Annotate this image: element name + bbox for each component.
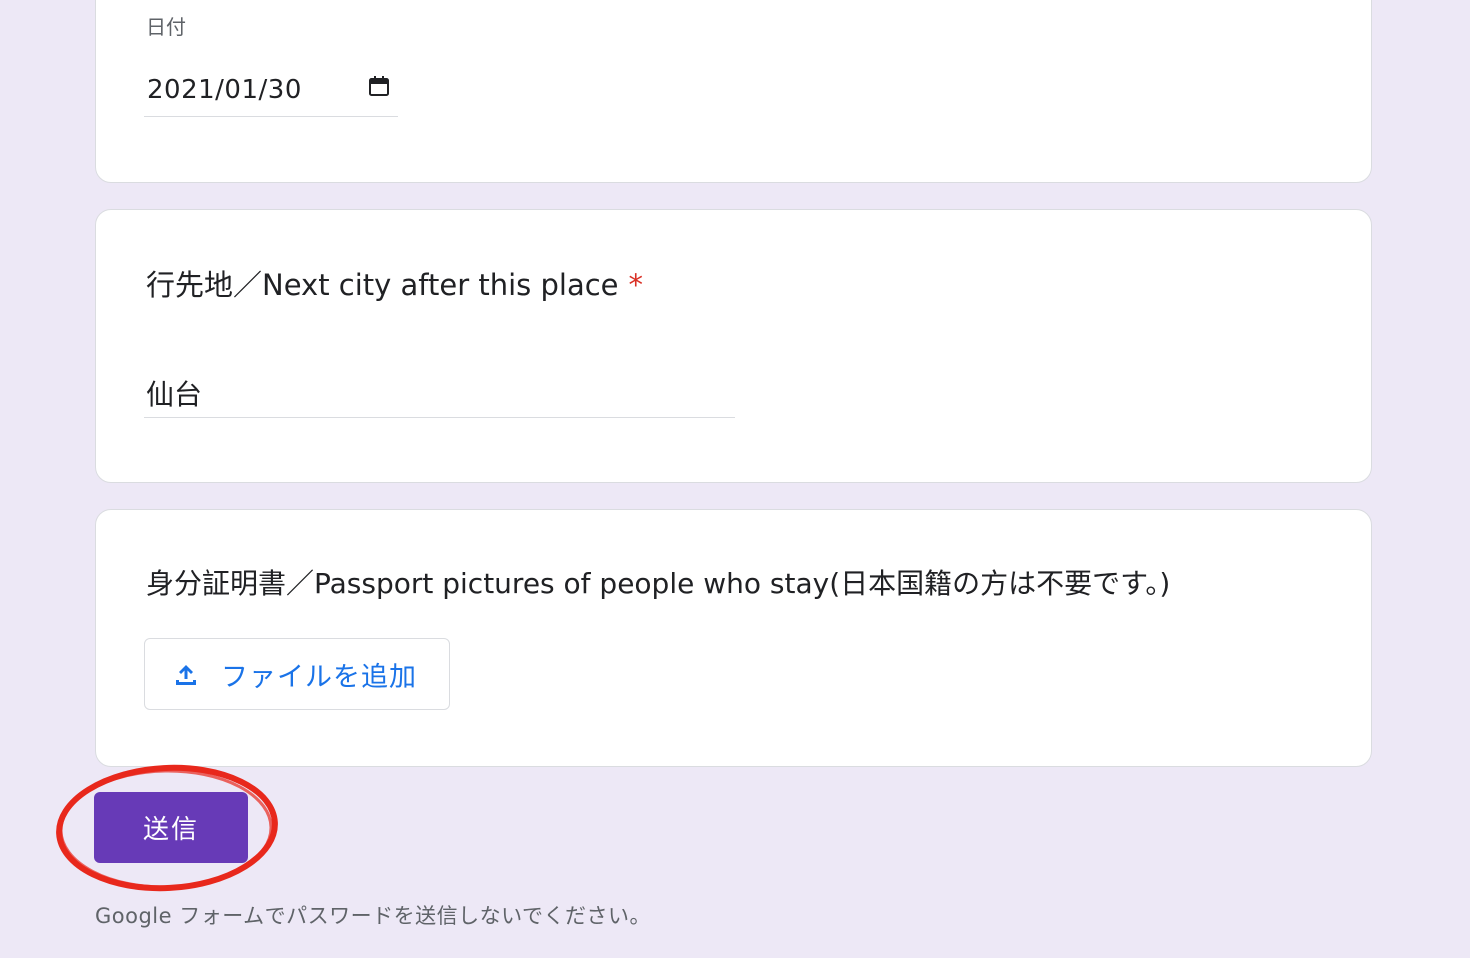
next-city-value: 仙台 xyxy=(146,378,203,411)
add-file-button[interactable]: ファイルを追加 xyxy=(144,638,450,710)
add-file-label: ファイルを追加 xyxy=(221,661,417,693)
date-value: 2021/01/30 xyxy=(147,75,302,105)
next-city-question-title: 行先地／Next city after this place * xyxy=(146,262,643,304)
next-city-input[interactable]: 仙台 xyxy=(144,370,735,418)
password-warning-note: Google フォームでパスワードを送信しないでください。 xyxy=(95,904,651,928)
passport-question-title: 身分証明書／Passport pictures of people who st… xyxy=(146,567,1171,600)
date-label: 日付 xyxy=(146,15,186,39)
calendar-icon[interactable] xyxy=(368,75,390,97)
upload-icon xyxy=(176,665,196,685)
required-asterisk: * xyxy=(628,268,644,302)
date-input[interactable]: 2021/01/30 xyxy=(144,51,398,117)
next-city-question-card: 行先地／Next city after this place * 仙台 xyxy=(95,209,1372,483)
date-question-card: 日付 2021/01/30 xyxy=(95,0,1372,183)
next-city-title-text: 行先地／Next city after this place xyxy=(146,268,619,302)
passport-question-card: 身分証明書／Passport pictures of people who st… xyxy=(95,509,1372,767)
submit-label: 送信 xyxy=(142,815,199,845)
submit-button[interactable]: 送信 xyxy=(94,792,248,863)
